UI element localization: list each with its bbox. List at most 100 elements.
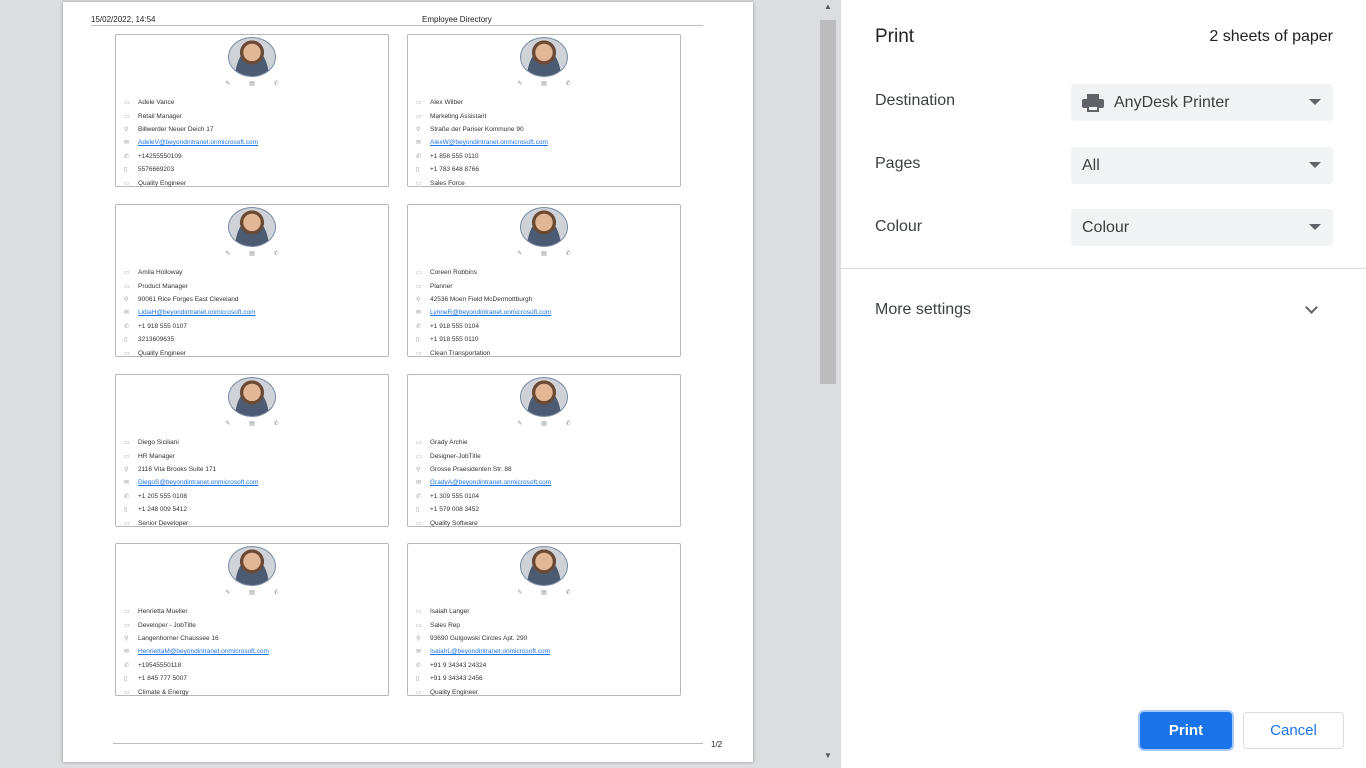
card-name: Henrietta Mueller xyxy=(138,608,188,616)
avatar xyxy=(228,377,276,417)
card-email[interactable]: LynneR@beyondintranet.onmicrosoft.com xyxy=(430,309,551,316)
pages-label: Pages xyxy=(875,155,921,172)
scroll-up-arrow-icon[interactable]: ▲ xyxy=(818,2,838,16)
colour-select[interactable]: Colour xyxy=(1071,209,1333,246)
card-name: Coreen Robbins xyxy=(430,269,477,277)
card-email[interactable]: DiegoS@beyondintranet.onmicrosoft.com xyxy=(138,479,258,486)
department-icon: ▭ xyxy=(416,350,422,357)
card-phone: +19545550118 xyxy=(138,661,182,669)
name-icon: ▭ xyxy=(416,100,422,107)
department-icon: ▭ xyxy=(124,520,130,527)
edit-icon: ✎ xyxy=(225,421,231,427)
card-row-address: ⚲ 2116 Vita Brooks Suite 171 xyxy=(124,463,384,476)
card-row-mobile: ▯ 3213609635 xyxy=(124,333,384,346)
more-settings-toggle[interactable]: More settings xyxy=(875,301,971,319)
card-row-email: ✉ GradyA@beyondintranet.onmicrosoft.com xyxy=(416,476,676,489)
preview-scrollbar[interactable]: ▲ ▼ xyxy=(818,0,838,768)
page-header-divider xyxy=(91,25,703,26)
card-row-address: ⚲ 42536 Moen Field McDermottburgh xyxy=(416,293,676,306)
card-icon: ▤ xyxy=(249,590,255,596)
card-phone: +1 918 555 0107 xyxy=(138,322,187,330)
cancel-button[interactable]: Cancel xyxy=(1243,712,1344,749)
card-row-phone: ✆ +1 309 555 0104 xyxy=(416,490,676,503)
dropdown-arrow-icon xyxy=(1309,99,1321,105)
phone-icon: ✆ xyxy=(124,323,130,330)
card-job-title: Retail Manager xyxy=(138,112,183,120)
card-department: Quality Software xyxy=(430,519,478,527)
name-icon: ▭ xyxy=(416,270,422,277)
card-address: 42536 Moen Field McDermottburgh xyxy=(430,295,533,303)
card-row-mobile: ▯ +1 918 555 0110 xyxy=(416,333,676,346)
address-icon: ⚲ xyxy=(416,296,421,303)
card-row-mobile: ▯ +1 579 008 3452 xyxy=(416,503,676,516)
card-address: 90061 Rice Forges East Cleveland xyxy=(138,295,239,303)
chevron-down-icon[interactable] xyxy=(1305,301,1318,314)
print-dialog-title: Print xyxy=(875,26,915,47)
card-phone: +1 918 555 0104 xyxy=(430,322,479,330)
phone-icon: ✆ xyxy=(565,590,571,596)
card-row-job-title: ▭ HR Manager xyxy=(124,449,384,462)
card-row-job-title: ▭ Developer - JobTitle xyxy=(124,618,384,631)
card-email[interactable]: GradyA@beyondintranet.onmicrosoft.com xyxy=(430,479,551,486)
card-row-department: ▭ Quality Engineer xyxy=(416,685,676,698)
card-row-phone: ✆ +91 9 34343 24324 xyxy=(416,659,676,672)
card-email[interactable]: LidiaH@beyondintranet.onmicrosoft.com xyxy=(138,309,256,316)
card-row-email: ✉ AlexW@beyondintranet.onmicrosoft.com xyxy=(416,136,676,149)
card-row-phone: ✆ +1 918 555 0104 xyxy=(416,320,676,333)
card-mobile: +91 9 34343 2456 xyxy=(430,675,483,683)
card-row-mobile: ▯ +91 9 34343 2456 xyxy=(416,672,676,685)
card-row-email: ✉ AdeleV@beyondintranet.onmicrosoft.com xyxy=(124,136,384,149)
card-job-title: Sales Rep xyxy=(430,621,460,629)
mobile-icon: ▯ xyxy=(416,337,420,344)
card-action-icons: ✎ ▤ ✆ xyxy=(508,589,580,597)
card-mobile: +1 918 555 0110 xyxy=(430,336,479,344)
card-name: Grady Archie xyxy=(430,439,468,447)
edit-icon: ✎ xyxy=(225,590,231,596)
address-icon: ⚲ xyxy=(124,466,129,473)
card-name: Alex Wilber xyxy=(430,99,463,107)
card-row-department: ▭ Clean Transportation xyxy=(416,346,676,359)
name-icon: ▭ xyxy=(416,609,422,616)
avatar xyxy=(520,207,568,247)
phone-icon: ✆ xyxy=(273,421,279,427)
card-row-phone: ✆ +14255550109 xyxy=(124,150,384,163)
card-action-icons: ✎ ▤ ✆ xyxy=(508,420,580,428)
card-department: Quality Engineer xyxy=(430,688,479,696)
card-name: Amila Holloway xyxy=(138,269,183,277)
card-email[interactable]: HenriettaM@beyondintranet.onmicrosoft.co… xyxy=(138,648,269,655)
scrollbar-thumb[interactable] xyxy=(820,20,836,384)
avatar xyxy=(228,546,276,586)
scroll-down-arrow-icon[interactable]: ▼ xyxy=(818,751,838,765)
email-icon: ✉ xyxy=(124,649,130,656)
job-title-icon: ▭ xyxy=(124,622,130,629)
card-icon: ▤ xyxy=(541,421,547,427)
card-address: Langenhorner Chaussee 16 xyxy=(138,634,219,642)
card-icon: ▤ xyxy=(249,421,255,427)
card-phone: +1 309 555 0104 xyxy=(430,492,479,500)
card-address: Straße der Pariser Kommune 90 xyxy=(430,125,524,133)
card-icon: ▤ xyxy=(541,81,547,87)
card-row-address: ⚲ 93690 Gulgowski Circles Apt. 290 xyxy=(416,632,676,645)
employee-card: ✎ ▤ ✆ ▭ Coreen Robbins ▭ Planner ⚲ 42536 Moen Fi… xyxy=(407,204,681,357)
print-button[interactable]: Print xyxy=(1140,712,1232,749)
card-row-job-title: ▭ Retail Manager xyxy=(124,109,384,122)
employee-card: ✎ ▤ ✆ ▭ Henrietta Mueller ▭ Developer - JobTit… xyxy=(115,543,389,696)
page-number: 1/2 xyxy=(711,740,723,749)
card-email[interactable]: AdeleV@beyondintranet.onmicrosoft.com xyxy=(138,139,258,146)
card-email[interactable]: AlexW@beyondintranet.onmicrosoft.com xyxy=(430,139,548,146)
card-job-title: Developer - JobTitle xyxy=(138,621,196,629)
destination-select[interactable]: AnyDesk Printer xyxy=(1071,84,1333,121)
card-row-email: ✉ HenriettaM@beyondintranet.onmicrosoft.c… xyxy=(124,645,384,658)
card-row-mobile: ▯ 5576669203 xyxy=(124,163,384,176)
pages-value: All xyxy=(1082,156,1100,174)
avatar xyxy=(228,37,276,77)
colour-label: Colour xyxy=(875,218,923,235)
card-row-name: ▭ Coreen Robbins xyxy=(416,266,676,279)
card-email[interactable]: IsaiahL@beyondintranet.onmicrosoft.com xyxy=(430,648,550,655)
pages-select[interactable]: All xyxy=(1071,147,1333,184)
phone-icon: ✆ xyxy=(124,493,130,500)
card-address: Billwerder Neuer Deich 17 xyxy=(138,125,214,133)
edit-icon: ✎ xyxy=(517,251,523,257)
card-icon: ▤ xyxy=(541,251,547,257)
edit-icon: ✎ xyxy=(517,590,523,596)
